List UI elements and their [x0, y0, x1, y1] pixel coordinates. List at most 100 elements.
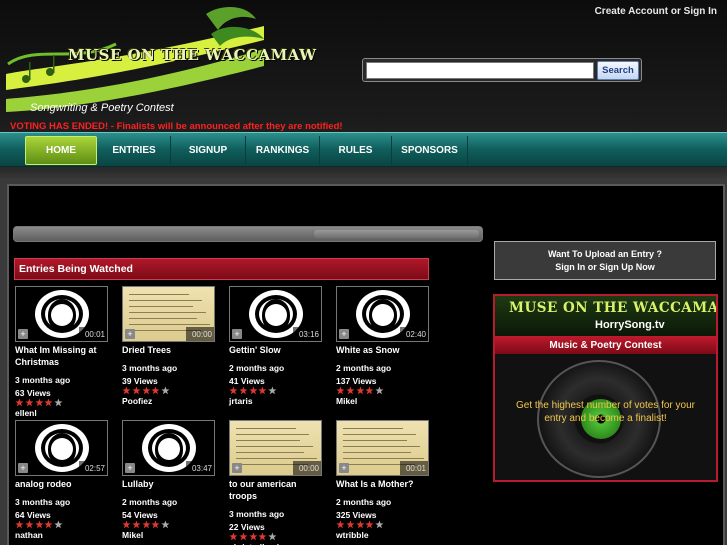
entry-card[interactable]: 00:01 + What Im Missing at Christmas 3 m… — [15, 286, 110, 418]
add-icon[interactable]: + — [18, 463, 28, 473]
rating-star-icon[interactable] — [54, 520, 63, 529]
nav-home[interactable]: HOME — [25, 136, 97, 165]
entry-thumbnail[interactable]: 00:01 + — [336, 420, 429, 476]
rating-star-icon[interactable] — [375, 386, 384, 395]
rating-star-icon[interactable] — [355, 386, 365, 395]
add-icon[interactable]: + — [125, 463, 135, 473]
rating-star-icon[interactable] — [355, 520, 365, 529]
entry-thumbnail[interactable]: 00:00 + — [122, 286, 215, 342]
rating-star-icon[interactable] — [15, 520, 24, 529]
rating-star-icon[interactable] — [248, 532, 258, 541]
upload-entry-box[interactable]: Want To Upload an Entry ? Sign In or Sig… — [494, 241, 716, 280]
rating-star-icon[interactable] — [268, 386, 277, 395]
rating-star-icon[interactable] — [258, 386, 267, 395]
rating-star-icon[interactable] — [258, 532, 267, 541]
rating-star-icon[interactable] — [229, 386, 238, 395]
rating-star-icon[interactable] — [346, 520, 355, 529]
player-progress-bar[interactable] — [13, 226, 483, 242]
rating-star-icon[interactable] — [239, 386, 248, 395]
entry-rating[interactable] — [15, 520, 63, 529]
rating-star-icon[interactable] — [122, 386, 131, 395]
rating-star-icon[interactable] — [229, 532, 238, 541]
entry-title[interactable]: White as Snow — [336, 344, 431, 356]
search-input[interactable] — [366, 62, 594, 79]
add-icon[interactable]: + — [232, 329, 242, 339]
rating-star-icon[interactable] — [141, 386, 151, 395]
rating-star-icon[interactable] — [44, 520, 53, 529]
site-logo[interactable]: MUSE ON THE WACCAMAW Songwriting & Poetr… — [6, 4, 316, 116]
upload-line-2[interactable]: Sign In or Sign Up Now — [555, 261, 655, 274]
entry-title[interactable]: to our american troops — [229, 478, 324, 502]
add-icon[interactable]: + — [232, 463, 242, 473]
rating-star-icon[interactable] — [122, 520, 131, 529]
rating-star-icon[interactable] — [151, 386, 160, 395]
nav-rules[interactable]: RULES — [320, 136, 392, 165]
entry-title[interactable]: Gettin' Slow — [229, 344, 324, 356]
rating-star-icon[interactable] — [268, 532, 277, 541]
entry-thumbnail[interactable]: 03:16 + — [229, 286, 322, 342]
rating-star-icon[interactable] — [336, 520, 345, 529]
entry-user[interactable]: ellenl — [15, 408, 37, 418]
nav-sponsors[interactable]: SPONSORS — [392, 136, 468, 165]
entry-rating[interactable] — [229, 532, 277, 541]
entry-user[interactable]: wtribble — [336, 530, 369, 540]
nav-entries[interactable]: ENTRIES — [98, 136, 171, 165]
create-account-link[interactable]: Create Account or Sign In — [595, 6, 717, 17]
entry-thumbnail[interactable]: 00:01 + — [15, 286, 108, 342]
rating-star-icon[interactable] — [365, 520, 374, 529]
nav-signup[interactable]: SIGNUP — [171, 136, 246, 165]
entry-user[interactable]: Mikel — [122, 530, 143, 540]
add-icon[interactable]: + — [125, 329, 135, 339]
rating-star-icon[interactable] — [365, 386, 374, 395]
rating-star-icon[interactable] — [239, 532, 248, 541]
entry-rating[interactable] — [122, 386, 170, 395]
rating-star-icon[interactable] — [132, 520, 141, 529]
entry-card[interactable]: 02:57 + analog rodeo 3 months ago 64 Vie… — [15, 420, 110, 545]
entry-rating[interactable] — [336, 520, 384, 529]
search-button[interactable]: Search — [597, 61, 639, 80]
contest-promo-banner[interactable]: MUSE ON THE WACCAMAW HorrySong.tv Music … — [493, 294, 718, 482]
rating-star-icon[interactable] — [34, 520, 44, 529]
rating-star-icon[interactable] — [161, 520, 170, 529]
rating-star-icon[interactable] — [44, 398, 53, 407]
entry-title[interactable]: Lullaby — [122, 478, 217, 490]
rating-star-icon[interactable] — [25, 398, 34, 407]
entry-user[interactable]: nathan — [15, 530, 43, 540]
rating-star-icon[interactable] — [151, 520, 160, 529]
rating-star-icon[interactable] — [375, 520, 384, 529]
rating-star-icon[interactable] — [346, 386, 355, 395]
entry-thumbnail[interactable]: 03:47 + — [122, 420, 215, 476]
entry-title[interactable]: analog rodeo — [15, 478, 110, 490]
entry-rating[interactable] — [15, 398, 63, 407]
entry-card[interactable]: 03:47 + Lullaby 2 months ago 54 Views Mi… — [122, 420, 217, 545]
entry-rating[interactable] — [336, 386, 384, 395]
entry-thumbnail[interactable]: 02:40 + — [336, 286, 429, 342]
entry-user[interactable]: Mikel — [336, 396, 357, 406]
entry-thumbnail[interactable]: 00:00 + — [229, 420, 322, 476]
entry-user[interactable]: jrtaris — [229, 396, 253, 406]
entry-rating[interactable] — [122, 520, 170, 529]
rating-star-icon[interactable] — [248, 386, 258, 395]
nav-rankings[interactable]: RANKINGS — [246, 136, 320, 165]
entry-title[interactable]: Dried Trees — [122, 344, 217, 356]
rating-star-icon[interactable] — [132, 386, 141, 395]
entry-user[interactable]: Poofiez — [122, 396, 152, 406]
entry-card[interactable]: 03:16 + Gettin' Slow 2 months ago 41 Vie… — [229, 286, 324, 412]
add-icon[interactable]: + — [339, 463, 349, 473]
rating-star-icon[interactable] — [336, 386, 345, 395]
rating-star-icon[interactable] — [15, 398, 24, 407]
rating-star-icon[interactable] — [25, 520, 34, 529]
entry-title[interactable]: What Im Missing at Christmas — [15, 344, 110, 368]
rating-star-icon[interactable] — [161, 386, 170, 395]
entry-title[interactable]: What Is a Mother? — [336, 478, 431, 490]
rating-star-icon[interactable] — [54, 398, 63, 407]
add-icon[interactable]: + — [18, 329, 28, 339]
entry-thumbnail[interactable]: 02:57 + — [15, 420, 108, 476]
entry-card[interactable]: 02:40 + White as Snow 2 months ago 137 V… — [336, 286, 431, 412]
rating-star-icon[interactable] — [34, 398, 44, 407]
entry-card[interactable]: 00:00 + Dried Trees 3 months ago 39 View… — [122, 286, 217, 412]
rating-star-icon[interactable] — [141, 520, 151, 529]
entry-card[interactable]: 00:00 + to our american troops 3 months … — [229, 420, 324, 545]
add-icon[interactable]: + — [339, 329, 349, 339]
entry-rating[interactable] — [229, 386, 277, 395]
